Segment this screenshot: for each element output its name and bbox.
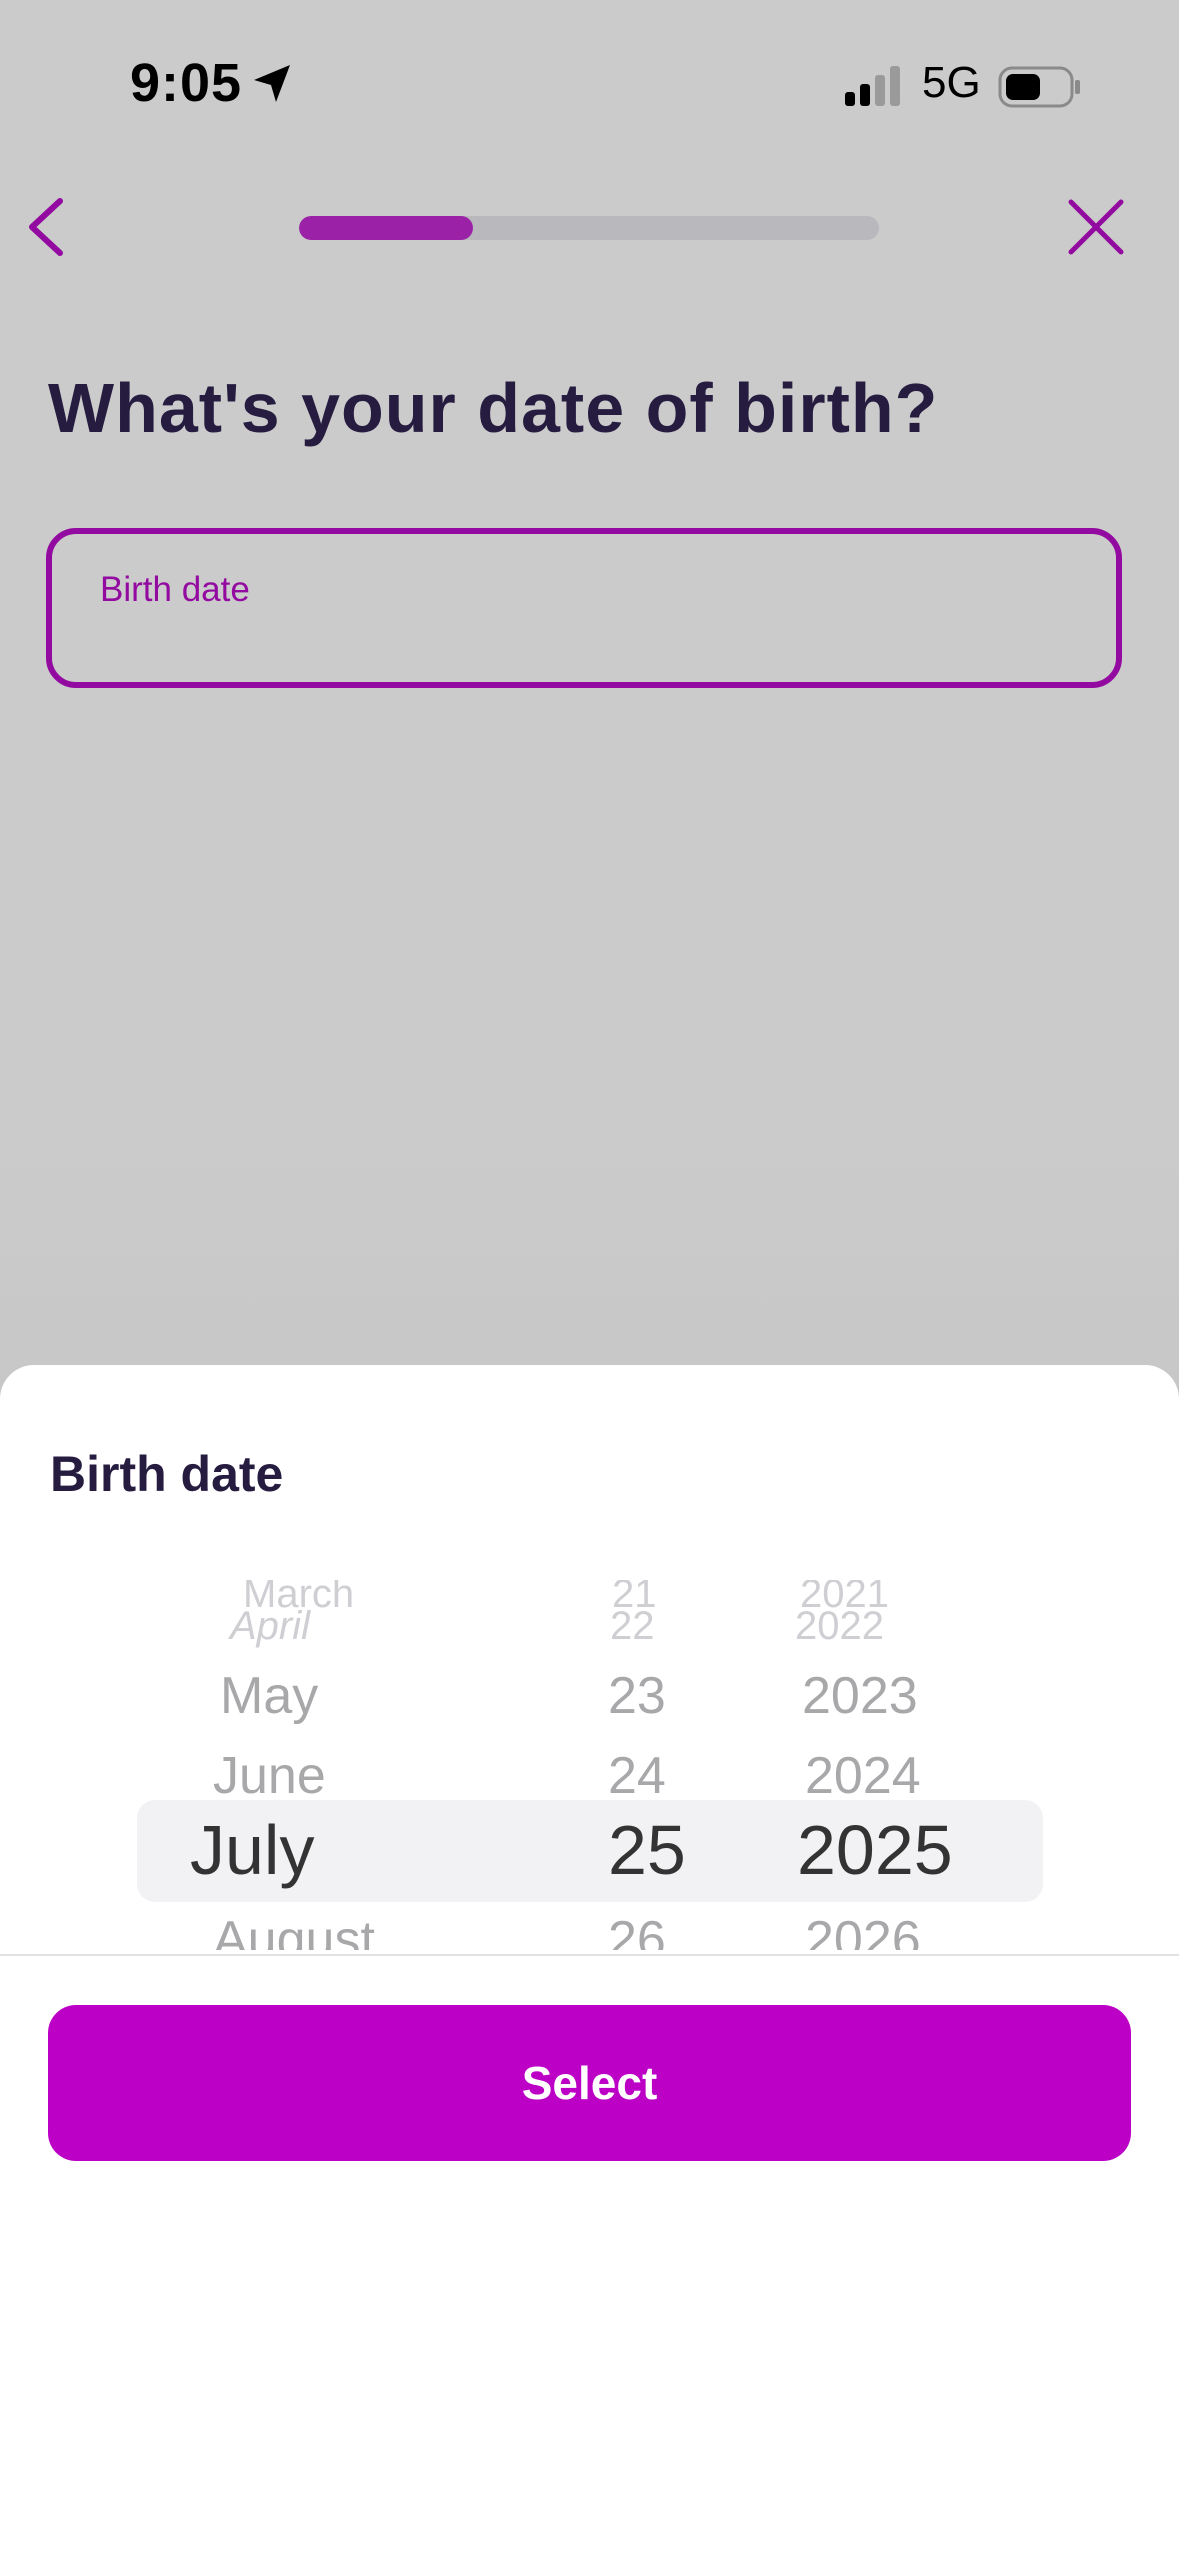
page-title: What's your date of birth?: [48, 369, 939, 447]
birth-date-field-label: Birth date: [100, 570, 250, 609]
month-option[interactable]: June: [213, 1746, 326, 1806]
date-picker-sheet: Birth date March April May June July Aug…: [0, 1365, 1179, 2556]
year-option[interactable]: 2024: [805, 1746, 921, 1806]
battery-icon: [998, 66, 1082, 113]
date-picker-wheel[interactable]: March April May June July August 21 22 2…: [0, 1580, 1179, 1950]
day-option[interactable]: 24: [608, 1746, 666, 1806]
select-button[interactable]: Select: [48, 2005, 1131, 2161]
month-option[interactable]: April: [230, 1604, 310, 1649]
year-option[interactable]: 2022: [795, 1604, 884, 1649]
back-button[interactable]: [22, 195, 72, 264]
progress-bar: [299, 216, 879, 240]
status-bar: 9:05 5G: [0, 0, 1179, 150]
sheet-divider: [0, 1954, 1179, 1956]
day-option[interactable]: 26: [608, 1910, 666, 1950]
status-time: 9:05: [130, 53, 243, 113]
progress-fill: [299, 216, 473, 240]
year-option[interactable]: 2023: [802, 1666, 918, 1726]
select-button-label: Select: [521, 2057, 658, 2109]
year-option-selected[interactable]: 2025: [797, 1810, 953, 1890]
month-option[interactable]: August: [213, 1910, 375, 1950]
month-option-selected[interactable]: July: [190, 1810, 314, 1890]
network-type: 5G: [922, 58, 981, 107]
close-button[interactable]: [1065, 196, 1127, 263]
month-option[interactable]: May: [220, 1666, 318, 1726]
year-option[interactable]: 2026: [805, 1910, 921, 1950]
day-option[interactable]: 23: [608, 1666, 666, 1726]
location-arrow-icon: [250, 62, 294, 111]
sheet-title: Birth date: [50, 1446, 284, 1502]
day-option[interactable]: 22: [610, 1604, 655, 1649]
signal-icon: [845, 66, 903, 113]
birth-date-field[interactable]: Birth date: [46, 528, 1122, 688]
day-option-selected[interactable]: 25: [608, 1810, 686, 1890]
